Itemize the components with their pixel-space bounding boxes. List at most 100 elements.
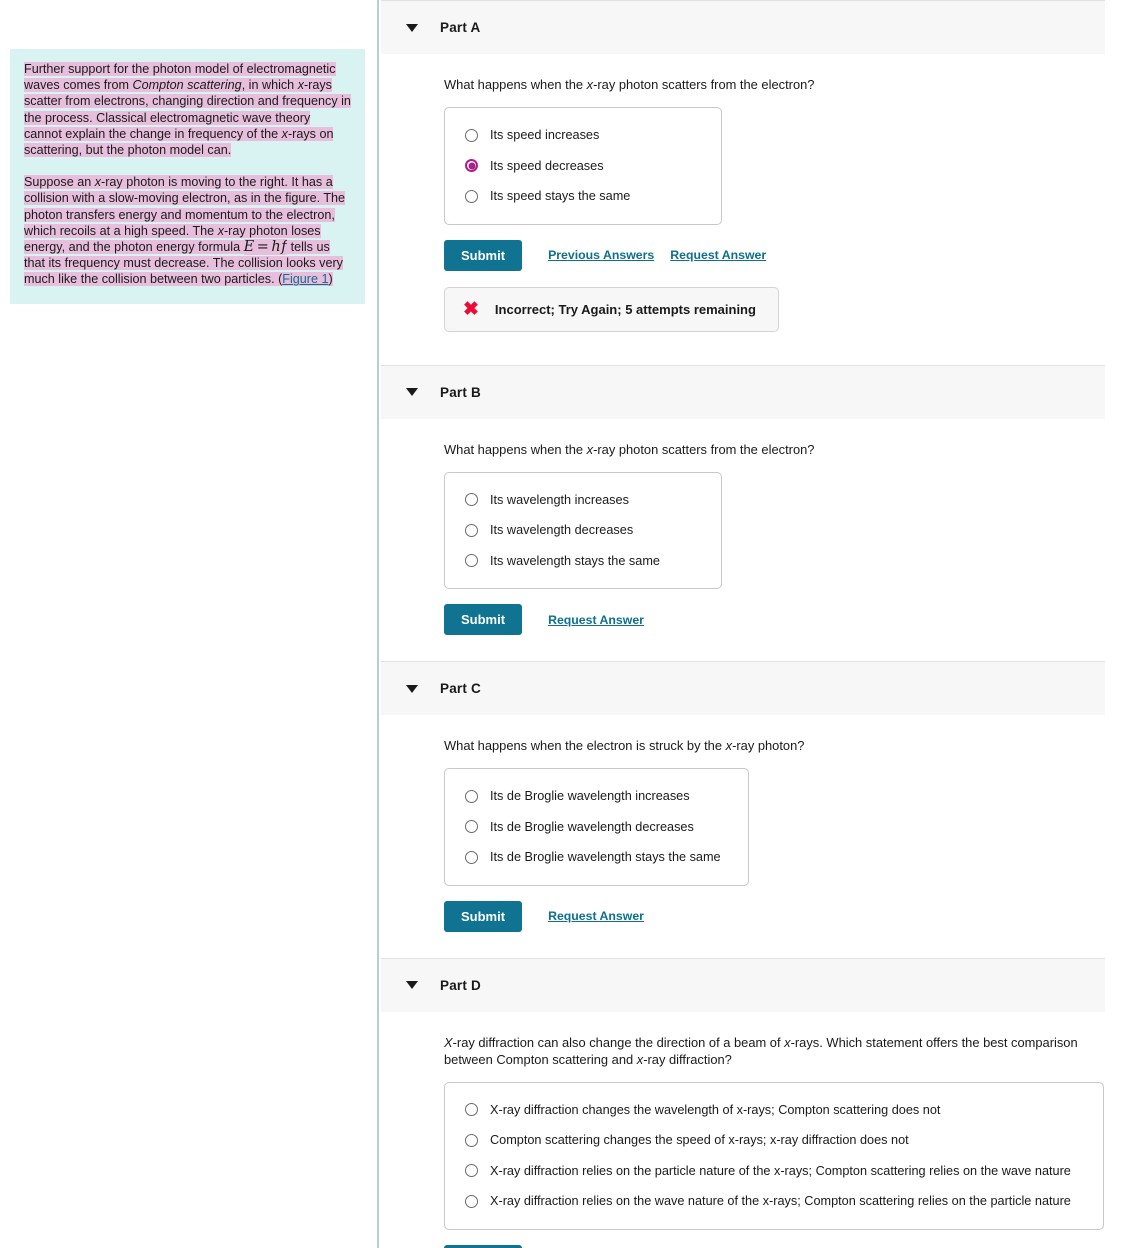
part-a-option-0-label: Its speed increases xyxy=(490,128,600,142)
part-a-option-2-label: Its speed stays the same xyxy=(490,189,631,203)
left-reading-panel: Further support for the photon model of … xyxy=(0,0,379,1248)
part-b-question: What happens when the x-ray photon scatt… xyxy=(444,441,1089,458)
part-a-request-answer-link[interactable]: Request Answer xyxy=(670,248,766,262)
radio-button-icon[interactable] xyxy=(465,189,478,203)
part-a-header[interactable]: Part A xyxy=(381,0,1105,54)
part-b-block: Part B What happens when the x-ray photo… xyxy=(381,364,1124,662)
chevron-down-icon[interactable] xyxy=(406,684,418,693)
part-c-block: Part C What happens when the electron is… xyxy=(381,661,1124,958)
radio-button-icon[interactable] xyxy=(465,1164,478,1178)
part-c-actions: Submit Request Answer xyxy=(444,900,1124,932)
part-a-actions: Submit Previous Answers Request Answer xyxy=(444,239,1124,271)
part-c-q-text-1: What happens when the electron is struck… xyxy=(444,738,726,753)
part-c-options-group: Its de Broglie wavelength increases Its … xyxy=(444,768,749,886)
part-c-option-1[interactable]: Its de Broglie wavelength decreases xyxy=(445,812,748,843)
radio-button-icon[interactable] xyxy=(465,1133,478,1147)
part-c-option-2[interactable]: Its de Broglie wavelength stays the same xyxy=(445,842,748,873)
part-a-title: Part A xyxy=(440,20,481,35)
part-b-option-0[interactable]: Its wavelength increases xyxy=(445,485,721,516)
part-a-option-1-label: Its speed decreases xyxy=(490,158,604,173)
part-a-option-2[interactable]: Its speed stays the same xyxy=(445,181,721,212)
radio-button-icon[interactable] xyxy=(465,523,478,537)
part-c-title: Part C xyxy=(440,681,481,696)
radio-button-icon[interactable] xyxy=(465,554,478,568)
part-b-option-2-label: Its wavelength stays the same xyxy=(490,553,660,568)
part-c-option-2-label: Its de Broglie wavelength stays the same xyxy=(490,850,721,864)
problem-intro-card: Further support for the photon model of … xyxy=(10,49,365,304)
part-d-header[interactable]: Part D xyxy=(381,957,1105,1012)
chevron-down-icon[interactable] xyxy=(406,981,418,989)
part-b-option-1-label: Its wavelength decreases xyxy=(490,523,634,537)
intro-paragraph-1: Further support for the photon model of … xyxy=(24,61,351,158)
radio-button-icon[interactable] xyxy=(465,820,478,834)
part-b-actions: Submit Request Answer xyxy=(444,604,1124,635)
part-a-q-text-1: What happens when the xyxy=(444,77,587,92)
part-d-option-2[interactable]: X-ray diffraction relies on the particle… xyxy=(445,1156,1103,1187)
part-a-feedback-banner: ✖ Incorrect; Try Again; 5 attempts remai… xyxy=(444,286,779,332)
part-d-title: Part D xyxy=(440,977,481,993)
radio-button-selected-icon[interactable] xyxy=(465,159,478,173)
part-b-q-text-3: -ray photon scatters from the electron? xyxy=(593,441,815,457)
part-d-option-3[interactable]: X-ray diffraction relies on the wave nat… xyxy=(445,1186,1103,1217)
part-a-previous-answers-link[interactable]: Previous Answers xyxy=(548,248,654,262)
formula-equals-sign: = xyxy=(256,239,270,256)
part-b-submit-button[interactable]: Submit xyxy=(444,604,523,635)
part-d-q-xvar-1: X xyxy=(444,1034,453,1050)
part-b-header[interactable]: Part B xyxy=(381,364,1105,419)
part-b-options-group: Its wavelength increases Its wavelength … xyxy=(444,471,722,589)
part-a-option-0[interactable]: Its speed increases xyxy=(445,120,721,151)
part-a-feedback-text: Incorrect; Try Again; 5 attempts remaini… xyxy=(494,301,756,317)
radio-button-icon[interactable] xyxy=(465,128,478,142)
part-a-bottom-spacer xyxy=(444,332,1124,365)
part-d-option-3-label: X-ray diffraction relies on the wave nat… xyxy=(490,1194,1071,1208)
part-c-option-0-label: Its de Broglie wavelength increases xyxy=(490,789,690,803)
part-d-option-2-label: X-ray diffraction relies on the particle… xyxy=(490,1163,1071,1178)
part-c-request-answer-link[interactable]: Request Answer xyxy=(548,909,644,923)
part-a-question: What happens when the x-ray photon scatt… xyxy=(444,76,1089,93)
radio-button-icon[interactable] xyxy=(465,789,478,803)
part-c-header[interactable]: Part C xyxy=(381,661,1105,715)
part-d-body: X-ray diffraction can also change the di… xyxy=(381,1012,1124,1248)
intro-p1-emphasis: Compton scattering xyxy=(132,78,242,93)
intro-p1-text-3: , in which xyxy=(241,78,298,93)
radio-button-icon[interactable] xyxy=(465,1103,478,1117)
intro-p2-text-1: Suppose an xyxy=(24,175,95,190)
part-c-option-1-label: Its de Broglie wavelength decreases xyxy=(490,819,694,834)
photon-energy-formula: E = hf xyxy=(243,239,288,256)
part-b-title: Part B xyxy=(440,384,481,400)
part-d-option-1-label: Compton scattering changes the speed of … xyxy=(490,1133,909,1147)
part-d-option-0[interactable]: X-ray diffraction changes the wavelength… xyxy=(445,1095,1103,1126)
part-b-q-text-1: What happens when the xyxy=(444,441,587,457)
figure-1-link[interactable]: Figure 1 xyxy=(282,272,329,287)
part-a-submit-button[interactable]: Submit xyxy=(444,239,523,271)
part-b-request-answer-link[interactable]: Request Answer xyxy=(548,613,644,627)
part-b-option-2[interactable]: Its wavelength stays the same xyxy=(445,546,721,577)
part-c-body: What happens when the electron is struck… xyxy=(381,715,1124,958)
intro-p1-xvar-2: x xyxy=(281,126,288,141)
part-b-option-0-label: Its wavelength increases xyxy=(490,492,629,507)
part-d-block: Part D X-ray diffraction can also change… xyxy=(381,957,1124,1248)
part-a-option-1[interactable]: Its speed decreases xyxy=(445,151,721,182)
part-b-option-1[interactable]: Its wavelength decreases xyxy=(445,515,721,546)
radio-button-icon[interactable] xyxy=(465,850,478,864)
part-d-option-1[interactable]: Compton scattering changes the speed of … xyxy=(445,1125,1103,1156)
part-a-options-group: Its speed increases Its speed decreases … xyxy=(444,107,722,225)
part-d-options-group: X-ray diffraction changes the wavelength… xyxy=(444,1081,1104,1230)
radio-button-icon[interactable] xyxy=(465,493,478,507)
part-d-submit-button[interactable]: Submit xyxy=(444,1244,523,1248)
part-d-option-0-label: X-ray diffraction changes the wavelength… xyxy=(490,1102,941,1117)
radio-button-icon[interactable] xyxy=(465,1194,478,1208)
part-d-q-text-6: -ray diffraction? xyxy=(643,1051,732,1067)
x-mark-icon: ✖ xyxy=(463,298,479,320)
part-c-submit-button[interactable]: Submit xyxy=(444,900,523,932)
part-d-q-text-2: -ray diffraction can also change the dir… xyxy=(452,1034,785,1050)
chevron-down-icon[interactable] xyxy=(406,388,418,396)
part-c-bottom-spacer xyxy=(444,932,1124,958)
part-c-q-text-3: -ray photon? xyxy=(732,738,805,753)
intro-paragraph-2: Suppose an x-ray photon is moving to the… xyxy=(24,174,351,287)
part-b-body: What happens when the x-ray photon scatt… xyxy=(381,419,1124,662)
part-b-bottom-spacer xyxy=(444,635,1124,661)
chevron-down-icon[interactable] xyxy=(406,23,418,32)
part-a-block: Part A What happens when the x-ray photo… xyxy=(381,0,1124,365)
part-c-option-0[interactable]: Its de Broglie wavelength increases xyxy=(445,781,748,812)
